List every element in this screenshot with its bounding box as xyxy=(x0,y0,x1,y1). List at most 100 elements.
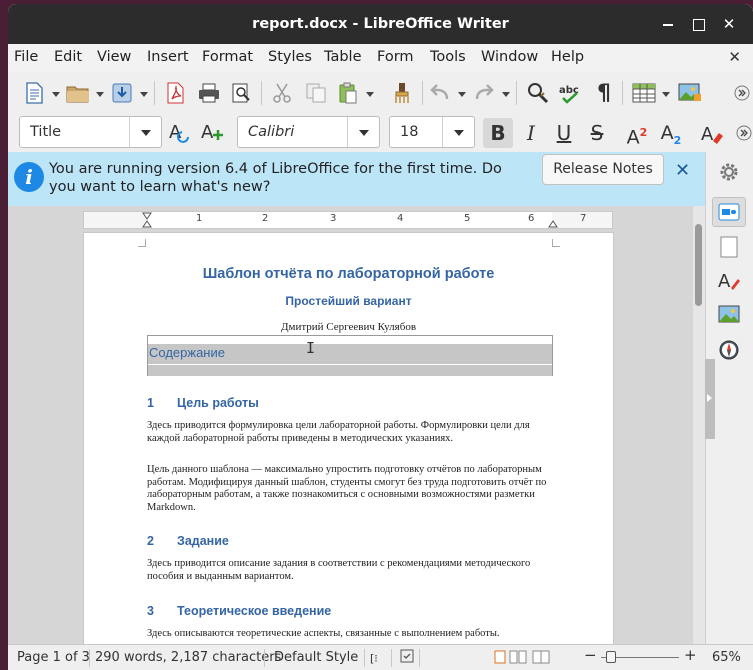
new-document-icon[interactable] xyxy=(22,81,46,105)
horizontal-ruler[interactable]: 1 2 3 4 5 6 7 xyxy=(83,211,613,229)
maximize-button[interactable] xyxy=(689,15,707,33)
formatting-marks-icon[interactable]: ¶ xyxy=(592,81,616,106)
font-size-combo[interactable]: 18 xyxy=(389,116,475,148)
section-heading: 1 Цель работы xyxy=(147,396,259,410)
window-close-button[interactable]: ✕ xyxy=(720,15,738,33)
save-icon[interactable] xyxy=(110,81,134,105)
menu-format[interactable]: Format xyxy=(202,49,253,65)
open-dropdown-icon[interactable] xyxy=(96,91,104,97)
new-dropdown-icon[interactable] xyxy=(52,91,60,97)
find-replace-icon[interactable] xyxy=(526,81,550,105)
spelling-icon[interactable]: abc xyxy=(558,81,582,105)
clear-formatting-icon[interactable]: A xyxy=(700,121,724,145)
redo-icon[interactable] xyxy=(472,81,496,105)
print-preview-icon[interactable] xyxy=(229,81,253,105)
sidebar-collapse-handle[interactable] xyxy=(705,359,715,439)
right-indent-marker-icon[interactable] xyxy=(548,212,558,229)
sidebar-navigator-compass-icon[interactable] xyxy=(717,338,741,362)
menu-styles[interactable]: Styles xyxy=(268,49,312,65)
text-boundary-corner xyxy=(138,239,146,247)
paragraph-style-combo[interactable]: Title xyxy=(19,116,162,148)
cut-icon[interactable] xyxy=(270,81,294,105)
sidebar-page-icon[interactable] xyxy=(717,235,741,259)
table-of-contents[interactable]: Содержание xyxy=(147,335,553,376)
table-dropdown-icon[interactable] xyxy=(662,91,670,97)
bold-button[interactable]: B xyxy=(483,118,513,148)
section-number: 2 xyxy=(147,534,154,548)
more-options-icon[interactable] xyxy=(730,81,753,105)
sidebar-styles-icon[interactable]: A xyxy=(717,268,741,292)
export-pdf-icon[interactable] xyxy=(163,81,187,105)
copy-icon[interactable] xyxy=(304,81,328,105)
undo-icon[interactable] xyxy=(428,81,452,105)
single-page-view-icon[interactable] xyxy=(494,650,506,668)
sidebar-properties-icon[interactable] xyxy=(712,197,746,227)
menu-tools[interactable]: Tools xyxy=(430,49,466,65)
menu-table[interactable]: Table xyxy=(324,49,362,65)
text-cursor-icon: I xyxy=(306,339,316,357)
save-dropdown-icon[interactable] xyxy=(140,91,148,97)
undo-dropdown-icon[interactable] xyxy=(458,91,466,97)
document-author: Дмитрий Сергеевич Кулябов xyxy=(280,321,417,333)
menu-insert[interactable]: Insert xyxy=(147,49,189,65)
underline-button[interactable]: U xyxy=(549,118,579,148)
chevron-down-icon[interactable] xyxy=(442,117,474,147)
minimize-button[interactable] xyxy=(659,15,677,33)
insert-table-icon[interactable] xyxy=(632,81,656,105)
strikethrough-button[interactable]: S xyxy=(582,118,612,148)
section-title: Теоретическое введение xyxy=(177,604,332,618)
zoom-level[interactable]: 65% xyxy=(712,650,741,665)
infobar-message: You are running version 6.4 of LibreOffi… xyxy=(49,161,502,195)
redo-dropdown-icon[interactable] xyxy=(502,91,510,97)
menu-help[interactable]: Help xyxy=(551,49,584,65)
vertical-scrollbar[interactable] xyxy=(693,206,705,644)
document-page[interactable]: Шаблон отчёта по лабораторной работе Про… xyxy=(83,232,614,644)
new-style-icon[interactable]: A xyxy=(200,120,224,144)
window-title: report.docx - LibreOffice Writer xyxy=(252,16,509,32)
paste-dropdown-icon[interactable] xyxy=(366,91,374,97)
font-name-value: Calibri xyxy=(248,124,295,140)
page-style[interactable]: Default Style xyxy=(274,650,358,665)
menu-form[interactable]: Form xyxy=(377,49,414,65)
section-title: Задание xyxy=(177,534,229,548)
open-folder-icon[interactable] xyxy=(66,81,90,105)
book-view-icon[interactable] xyxy=(532,650,550,668)
sidebar-settings-gear-icon[interactable] xyxy=(717,160,741,184)
insert-image-icon[interactable] xyxy=(678,81,702,105)
paste-icon[interactable] xyxy=(336,81,360,105)
page-count[interactable]: Page 1 of 3 xyxy=(17,650,90,665)
zoom-slider-knob[interactable] xyxy=(606,651,616,663)
document-modified-icon[interactable] xyxy=(400,649,414,667)
ruler-number: 3 xyxy=(330,213,337,224)
update-style-icon[interactable]: A xyxy=(168,120,192,144)
print-icon[interactable] xyxy=(197,81,221,105)
menu-view[interactable]: View xyxy=(97,49,131,65)
menu-edit[interactable]: Edit xyxy=(54,49,82,65)
menu-window[interactable]: Window xyxy=(481,49,538,65)
word-count[interactable]: 290 words, 2,187 characters xyxy=(95,650,281,665)
multi-page-view-icon[interactable] xyxy=(509,650,527,668)
infobar-close-icon[interactable]: ✕ xyxy=(675,160,690,181)
more-options-icon[interactable] xyxy=(732,121,753,145)
chevron-down-icon[interactable] xyxy=(347,117,379,147)
clone-formatting-icon[interactable] xyxy=(390,81,414,105)
zoom-out-icon[interactable]: − xyxy=(584,646,597,664)
ruler-number: 5 xyxy=(464,213,471,224)
menu-file[interactable]: File xyxy=(14,49,38,65)
scrollbar-thumb[interactable] xyxy=(695,224,702,306)
superscript-button[interactable]: A2 xyxy=(622,118,652,148)
paragraph: Здесь описываются теоретические аспекты,… xyxy=(147,628,500,639)
release-notes-button[interactable]: Release Notes xyxy=(542,154,664,185)
separator xyxy=(154,81,155,105)
subscript-button[interactable]: A2 xyxy=(656,118,686,148)
chevron-down-icon[interactable] xyxy=(129,117,161,147)
sidebar-gallery-icon[interactable] xyxy=(717,302,741,326)
italic-button[interactable]: I xyxy=(516,118,546,148)
font-name-combo[interactable]: Calibri xyxy=(237,116,380,148)
close-document-icon[interactable]: ✕ xyxy=(728,48,741,66)
indent-marker-icon[interactable] xyxy=(142,212,152,229)
selection-mode-icon[interactable]: [⁝ xyxy=(370,652,378,665)
separator xyxy=(516,81,517,105)
zoom-in-icon[interactable]: + xyxy=(684,646,697,664)
ruler-number: 7 xyxy=(580,213,587,224)
